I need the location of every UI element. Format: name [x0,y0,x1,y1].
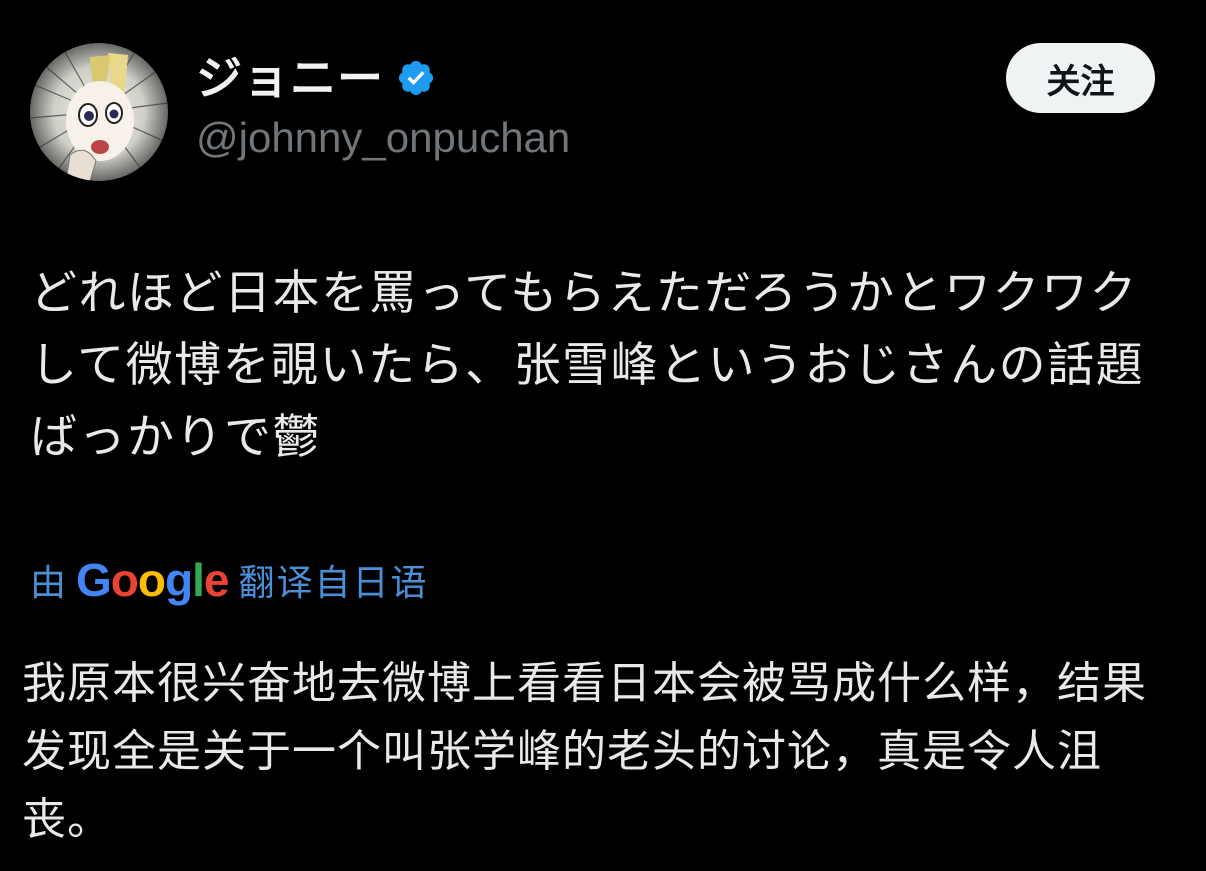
anime-avatar-icon [30,43,168,181]
avatar[interactable] [30,43,168,181]
google-logo: Google [76,554,230,606]
translate-from-label: 翻译自日语 [238,563,429,604]
follow-button[interactable]: 关注 [1006,43,1155,113]
tweet-text: どれほど日本を罵ってもらえただろうかとワクワクして微博を覗いたら、张雪峰というお… [30,266,1145,465]
google-logo-letter: g [165,554,193,606]
google-logo-letter: e [203,554,230,606]
translation-attribution[interactable]: 由 Google 翻译自日语 [30,550,429,610]
google-logo-letter: o [110,554,139,606]
translate-by-label: 由 [30,563,67,604]
google-logo-letter: l [192,554,205,606]
tweet-card: ジョニー @johnny_onpuchan 关注 どれほど日本を罵ってもらえただ… [0,0,1206,871]
google-logo-letter: o [137,554,166,606]
google-logo-letter: G [76,554,112,606]
display-name[interactable]: ジョニー [196,55,384,101]
author-handle[interactable]: @johnny_onpuchan [196,113,570,163]
author-name-row: ジョニー [196,48,436,108]
translated-text: 我原本很兴奋地去微博上看看日本会被骂成什么样，结果发现全是关于一个叫张学峰的老头… [22,658,1147,845]
verified-badge-icon [396,58,436,98]
